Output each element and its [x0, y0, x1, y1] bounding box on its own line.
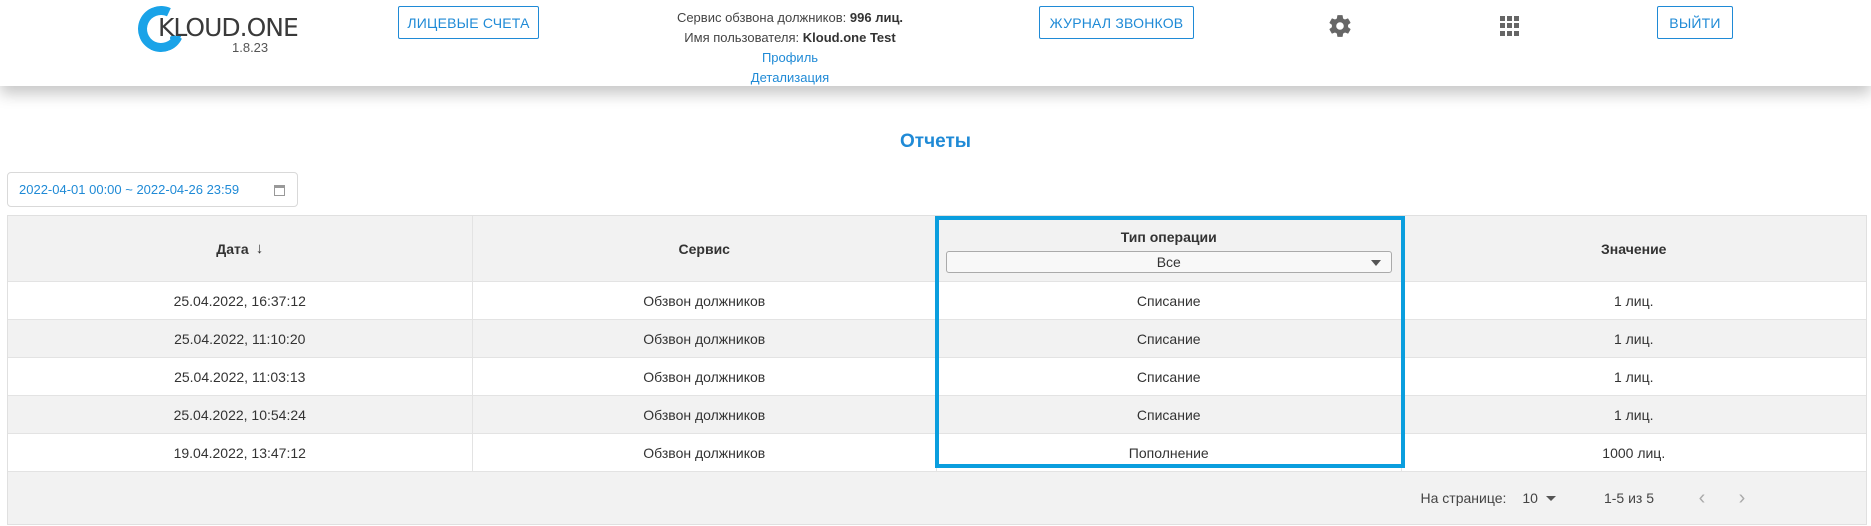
- table-row[interactable]: 25.04.2022, 10:54:24 Обзвон должников Сп…: [8, 396, 1866, 434]
- column-header-service: Сервис: [473, 216, 937, 281]
- cell-date: 25.04.2022, 11:03:13: [8, 358, 473, 395]
- chevron-down-icon: [1370, 259, 1381, 266]
- call-journal-button[interactable]: ЖУРНАЛ ЗВОНКОВ: [1039, 6, 1194, 39]
- pagination: На странице: 10 1-5 из 5 ‹ ›: [8, 472, 1866, 524]
- logo-text: KLOUD.ONE: [158, 13, 299, 42]
- cell-service: Обзвон должников: [473, 282, 937, 319]
- app-header: KLOUD.ONE 1.8.23 ЛИЦЕВЫЕ СЧЕТА Сервис об…: [0, 0, 1871, 86]
- cell-date: 19.04.2022, 13:47:12: [8, 434, 473, 471]
- accounts-button[interactable]: ЛИЦЕВЫЕ СЧЕТА: [398, 6, 539, 39]
- username: Имя пользователя: Kloud.one Test: [620, 28, 960, 48]
- column-header-date-label: Дата: [216, 240, 249, 257]
- logo[interactable]: KLOUD.ONE 1.8.23: [131, 0, 299, 59]
- cell-date: 25.04.2022, 10:54:24: [8, 396, 473, 433]
- column-header-value: Значение: [1601, 240, 1667, 257]
- per-page-value: 10: [1522, 490, 1538, 506]
- cell-service: Обзвон должников: [473, 320, 937, 357]
- cell-date: 25.04.2022, 16:37:12: [8, 282, 473, 319]
- app-version: 1.8.23: [232, 40, 269, 55]
- per-page-label: На странице:: [1420, 490, 1507, 506]
- cell-value: 1000 лиц.: [1602, 444, 1666, 461]
- cell-value: 1 лиц.: [1613, 292, 1654, 309]
- cell-value: 1 лиц.: [1613, 406, 1654, 423]
- column-header-date[interactable]: Дата ↓: [8, 216, 473, 281]
- service-balance: Сервис обзвона должников: 996 лиц.: [620, 8, 960, 28]
- next-page-icon[interactable]: ›: [1732, 487, 1752, 510]
- sort-desc-icon: ↓: [255, 240, 264, 257]
- operation-type-filter-value: Все: [1156, 253, 1181, 270]
- chevron-down-icon: [1545, 495, 1556, 501]
- table-row[interactable]: 19.04.2022, 13:47:12 Обзвон должников По…: [8, 434, 1866, 472]
- page-range: 1-5 из 5: [1603, 490, 1654, 506]
- user-label: Имя пользователя:: [684, 30, 800, 45]
- date-range-picker[interactable]: 2022-04-01 00:00 ~ 2022-04-26 23:59: [7, 172, 298, 207]
- column-header-operation-type: Тип операции Все: [937, 216, 1402, 281]
- cell-service: Обзвон должников: [473, 358, 937, 395]
- cell-operation-type: Пополнение: [937, 434, 1402, 471]
- calendar-icon: [274, 185, 285, 196]
- date-range-value: 2022-04-01 00:00 ~ 2022-04-26 23:59: [19, 182, 240, 197]
- table-header: Дата ↓ Сервис Тип операции Все Значение: [8, 216, 1866, 282]
- gear-icon[interactable]: [1327, 13, 1353, 39]
- service-label: Сервис обзвона должников:: [676, 10, 847, 25]
- operation-type-filter[interactable]: Все: [945, 250, 1392, 273]
- user-info: Сервис обзвона должников: 996 лиц. Имя п…: [620, 8, 960, 88]
- apps-grid-icon[interactable]: [1500, 16, 1520, 36]
- service-value: 996 лиц.: [849, 10, 904, 25]
- table-row[interactable]: 25.04.2022, 11:10:20 Обзвон должников Сп…: [8, 320, 1866, 358]
- cell-operation-type: Списание: [937, 320, 1402, 357]
- cell-value: 1 лиц.: [1613, 330, 1654, 347]
- prev-page-icon[interactable]: ‹: [1692, 487, 1712, 510]
- page-title: Отчеты: [900, 131, 971, 152]
- profile-link[interactable]: Профиль: [620, 48, 960, 68]
- cell-operation-type: Списание: [937, 396, 1402, 433]
- cell-operation-type: Списание: [937, 282, 1402, 319]
- reports-table: Дата ↓ Сервис Тип операции Все Значение …: [7, 215, 1867, 525]
- table-row[interactable]: 25.04.2022, 16:37:12 Обзвон должников Сп…: [8, 282, 1866, 320]
- logout-button[interactable]: ВЫЙТИ: [1657, 6, 1733, 39]
- cell-date: 25.04.2022, 11:10:20: [8, 320, 473, 357]
- cell-operation-type: Списание: [937, 358, 1402, 395]
- details-link[interactable]: Детализация: [620, 68, 960, 88]
- cell-service: Обзвон должников: [473, 396, 937, 433]
- cell-value: 1 лиц.: [1613, 368, 1654, 385]
- user-value: Kloud.one Test: [802, 30, 896, 45]
- column-header-operation-type-label: Тип операции: [1120, 228, 1217, 245]
- per-page-select[interactable]: 10: [1522, 490, 1556, 506]
- table-row[interactable]: 25.04.2022, 11:03:13 Обзвон должников Сп…: [8, 358, 1866, 396]
- cell-service: Обзвон должников: [473, 434, 937, 471]
